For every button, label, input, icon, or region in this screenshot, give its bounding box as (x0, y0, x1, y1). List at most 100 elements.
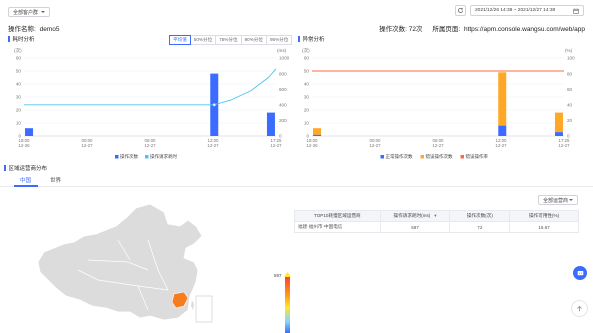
x-tick-date-label: 12-27 (558, 143, 570, 148)
taiwan-island (191, 300, 194, 310)
cell-region: 福建·福州市·中国电信 (294, 221, 381, 233)
x-tick-date-label: 12-27 (432, 143, 444, 148)
y-axis-right-unit: (ms) (277, 48, 287, 53)
y-tick-left-label: 60 (304, 56, 310, 61)
operation-name-value: demo5 (39, 26, 60, 33)
cell-availability: 16.67 (509, 221, 579, 233)
cell-latency: 597 (379, 221, 451, 233)
legend-swatch (380, 155, 384, 159)
operation-summary: 操作次数: 72次 所属页面: https://apm.console.wang… (379, 23, 585, 33)
page-url: https://apm.console.wangsu.com/web/app (463, 26, 585, 33)
legend-swatch (145, 155, 149, 159)
y-tick-left-label: 10 (304, 121, 310, 126)
customer-group-select[interactable]: 全部客户群 (8, 7, 50, 17)
map-legend-handle[interactable] (284, 272, 291, 277)
table-header-count[interactable]: 操作次数(次) (449, 210, 511, 222)
percentile-90-button[interactable]: 90%分位 (240, 35, 267, 45)
percentile-50-button[interactable]: 50%分位 (189, 35, 217, 45)
error-count-bar (313, 128, 322, 135)
isp-select[interactable]: 全部运营商 (538, 195, 578, 205)
y-tick-right-label: 600 (279, 87, 287, 92)
region-tabs: 中国 世界 (0, 173, 593, 187)
percentile-75-button[interactable]: 75%分位 (215, 35, 242, 45)
table-header-row: TOP10耗慢区域运营商 操作请求耗时(ms) ▾ 操作次数(次) 操作可用性(%… (294, 210, 579, 222)
title-accent-bar (298, 36, 300, 42)
y-tick-right-label: 200 (279, 118, 287, 123)
header-label: 操作次数(次) (466, 213, 493, 218)
timing-analysis-label: 耗时分析 (12, 37, 35, 43)
y-tick-right-label: 20 (567, 118, 573, 123)
china-map (37, 203, 213, 323)
y-tick-right-label: 80 (567, 71, 573, 76)
title-accent-bar (8, 36, 10, 42)
y-tick-left-label: 10 (16, 121, 22, 126)
normal-count-bar (313, 134, 322, 136)
y-tick-right-label: 400 (279, 103, 287, 108)
header-label: TOP10耗慢区域运营商 (314, 213, 361, 218)
count-bar (25, 128, 34, 136)
top10-table: TOP10耗慢区域运营商 操作请求耗时(ms) ▾ 操作次数(次) 操作可用性(%… (294, 210, 579, 233)
legend-label: 错误操作次数 (426, 153, 453, 160)
normal-count-bar (554, 132, 563, 136)
tab-world[interactable]: 世界 (50, 176, 61, 184)
table-header-availability[interactable]: 操作可用性(%) (509, 210, 579, 222)
legend-label: 正常操作次数 (386, 153, 413, 160)
back-to-top-button[interactable] (571, 300, 588, 317)
y-axis-left-unit: (次) (302, 47, 310, 54)
x-tick-date-label: 12-26 (18, 143, 30, 148)
chat-icon (577, 270, 583, 275)
x-tick-date-label: 12-27 (270, 143, 282, 148)
south-china-sea-inset (195, 295, 213, 323)
y-tick-left-label: 40 (304, 82, 310, 87)
y-axis-right-unit: (%) (565, 48, 573, 53)
table-row[interactable]: 福建·福州市·中国电信 597 72 16.67 (294, 221, 579, 233)
percentile-95-button[interactable]: 95%分位 (265, 35, 293, 45)
y-tick-left-label: 50 (304, 69, 310, 74)
x-tick-date-label: 12-27 (81, 143, 93, 148)
y-tick-right-label: 40 (567, 103, 573, 108)
y-tick-left-label: 50 (16, 69, 22, 74)
y-tick-right-label: 800 (279, 71, 287, 76)
calendar-icon (573, 8, 579, 14)
error-count-bar (554, 112, 563, 133)
y-tick-left-label: 60 (16, 56, 22, 61)
region-distribution-title: 区域运营商分布 (4, 164, 47, 172)
x-tick-date-label: 12-27 (144, 143, 156, 148)
table-header-region[interactable]: TOP10耗慢区域运营商 (294, 210, 381, 222)
legend-swatch (460, 155, 464, 159)
y-tick-left-label: 20 (16, 108, 22, 113)
chevron-down-icon (41, 11, 45, 13)
y-tick-left-label: 30 (16, 95, 22, 100)
timing-analysis-title: 耗时分析 (8, 35, 35, 43)
operation-name: 操作名称: demo5 (8, 23, 60, 33)
refresh-icon (458, 7, 463, 13)
active-tab-indicator (14, 185, 38, 187)
operation-name-label: 操作名称: (8, 26, 36, 33)
chevron-down-icon (569, 199, 573, 201)
header-label: 操作可用性(%) (529, 213, 560, 218)
customer-group-label: 全部客户群 (13, 9, 39, 16)
refresh-button[interactable] (455, 5, 466, 16)
percentile-toggle: 平均值 50%分位 75%分位 90%分位 95%分位 (169, 35, 293, 45)
exception-chart: 6050403020100100806040200(次) (%)18:0012-2… (302, 47, 575, 160)
percentile-avg-button[interactable]: 平均值 (169, 35, 191, 45)
date-range-value: 2021/12/26 14:38 ~ 2021/12/27 14:38 (475, 8, 556, 13)
exception-analysis-label: 异常分析 (302, 37, 325, 43)
legend-label: 操作次数 (120, 153, 138, 160)
y-tick-right-label: 60 (567, 87, 573, 92)
date-range-picker[interactable]: 2021/12/26 14:38 ~ 2021/12/27 14:38 (470, 5, 584, 16)
x-tick-date-label: 12-27 (207, 143, 219, 148)
count-bar (266, 112, 275, 136)
chat-button[interactable] (573, 266, 587, 280)
legend-label: 操作请求耗时 (150, 153, 177, 160)
normal-count-bar (498, 125, 507, 136)
x-tick-date-label: 12-27 (495, 143, 507, 148)
operation-count-label: 操作次数: (379, 26, 407, 33)
y-tick-left-label: 30 (304, 95, 310, 100)
latency-point (212, 103, 216, 107)
tab-china[interactable]: 中国 (20, 176, 31, 184)
legend-label: 错误操作率 (466, 153, 489, 160)
x-tick-date-label: 12-27 (369, 143, 381, 148)
y-tick-left-label: 20 (304, 108, 310, 113)
table-header-latency[interactable]: 操作请求耗时(ms) ▾ (379, 210, 451, 222)
